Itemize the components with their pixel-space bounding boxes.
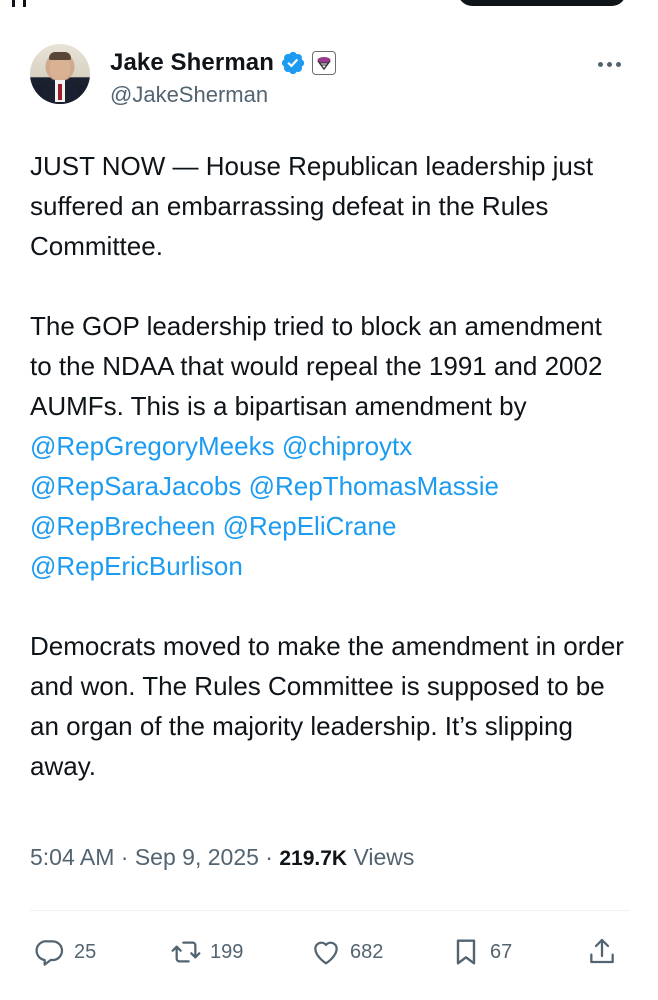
bookmark-button[interactable]: 67 <box>450 930 512 974</box>
author-handle[interactable]: @JakeSherman <box>110 82 268 108</box>
mention-link[interactable]: @RepBrecheen <box>30 511 215 541</box>
tweet-meta: 5:04 AM · Sep 9, 2025 · 219.7K Views <box>30 844 414 871</box>
bookmark-count: 67 <box>490 940 513 963</box>
tweet-text: JUST NOW — House Republican leadership j… <box>30 146 630 786</box>
tweet-actions: 25 199 682 67 <box>30 930 630 974</box>
verified-badge-icon[interactable] <box>280 50 306 76</box>
author-name[interactable]: Jake Sherman <box>110 49 274 77</box>
tweet-paragraph-3: Democrats moved to make the amendment in… <box>30 631 624 781</box>
author-name-row: Jake Sherman <box>110 46 336 80</box>
repost-count: 199 <box>210 940 244 963</box>
mention-link[interactable]: @RepEliCrane <box>223 511 397 541</box>
tweet-paragraph-2-text: The GOP leadership tried to block an ame… <box>30 311 603 421</box>
mention-link[interactable]: @RepEricBurlison <box>30 551 243 581</box>
mention-link[interactable]: @RepGregoryMeeks <box>30 431 275 461</box>
like-button[interactable]: 682 <box>310 930 383 974</box>
repost-icon <box>171 941 201 963</box>
reply-button[interactable]: 25 <box>34 930 96 974</box>
share-button[interactable] <box>586 930 626 974</box>
back-icon[interactable] <box>12 0 34 7</box>
views-count[interactable]: 219.7K <box>279 847 347 870</box>
tweet-paragraph-1: JUST NOW — House Republican leadership j… <box>30 151 594 261</box>
avatar[interactable] <box>30 44 90 104</box>
mention-link[interactable]: @RepSaraJacobs <box>30 471 241 501</box>
divider <box>30 910 630 911</box>
more-icon[interactable] <box>598 54 628 74</box>
affiliation-glyph-icon <box>317 57 331 71</box>
meta-separator: · <box>265 844 273 870</box>
views-label: Views <box>353 844 415 870</box>
affiliation-icon[interactable] <box>311 51 336 75</box>
tweet-header: Jake Sherman @JakeSherman <box>30 44 630 124</box>
meta-separator: · <box>120 844 129 870</box>
top-bar-fragment <box>0 0 658 8</box>
tweet-time[interactable]: 5:04 AM <box>30 844 114 870</box>
repost-button[interactable]: 199 <box>170 930 243 974</box>
tweet-date[interactable]: Sep 9, 2025 <box>135 844 259 870</box>
mention-link[interactable]: @chiproytx <box>282 431 412 461</box>
reply-icon <box>35 940 64 966</box>
like-count: 682 <box>350 940 384 963</box>
follow-button[interactable] <box>458 0 626 6</box>
heart-icon <box>314 941 338 965</box>
bookmark-icon <box>456 939 476 965</box>
mention-link[interactable]: @RepThomasMassie <box>249 471 499 501</box>
tweet-paragraph-2: The GOP leadership tried to block an ame… <box>30 306 630 586</box>
share-icon <box>590 938 614 964</box>
reply-count: 25 <box>74 940 97 963</box>
